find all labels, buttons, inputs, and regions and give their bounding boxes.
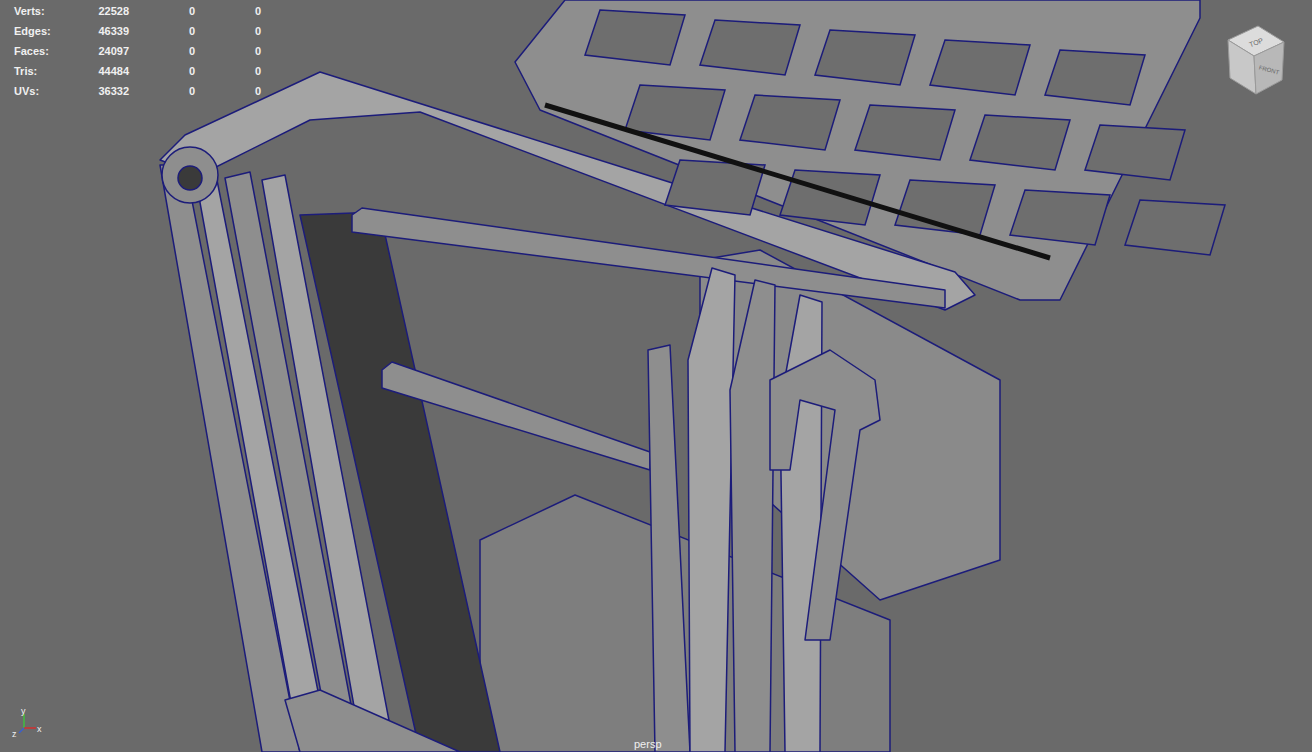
viewcube-top-label: TOP xyxy=(1248,37,1264,49)
left-pulley-hole xyxy=(178,166,202,190)
left-channel[interactable] xyxy=(300,212,500,752)
roof-cell xyxy=(1085,125,1185,180)
axis-gizmo: y z x xyxy=(10,706,50,740)
roof-cell xyxy=(970,115,1070,170)
stats-row: Verts:2252800 xyxy=(14,1,261,21)
roof-cell xyxy=(700,20,800,75)
stats-value: 0 xyxy=(129,63,195,80)
stats-value: 44484 xyxy=(74,63,129,80)
svg-text:z: z xyxy=(12,729,17,739)
maya-viewport[interactable]: Verts:2252800Edges:4633900Faces:2409700T… xyxy=(0,0,1312,752)
stats-row: UVs:3633200 xyxy=(14,81,261,101)
stats-label: Edges: xyxy=(14,23,74,40)
roof-cell xyxy=(1010,190,1110,245)
roof-cell xyxy=(1045,50,1145,105)
stats-label: UVs: xyxy=(14,83,74,100)
right-rail[interactable] xyxy=(730,280,775,752)
forklift-model[interactable] xyxy=(0,0,1312,752)
stats-hud: Verts:2252800Edges:4633900Faces:2409700T… xyxy=(14,1,261,101)
viewcube-front-label: FRONT xyxy=(1258,64,1280,75)
stats-value: 46339 xyxy=(74,23,129,40)
roof-cell xyxy=(585,10,685,65)
stats-row: Edges:4633900 xyxy=(14,21,261,41)
stats-label: Verts: xyxy=(14,3,74,20)
svg-text:y: y xyxy=(21,706,26,716)
stats-value: 0 xyxy=(129,3,195,20)
stats-row: Tris:4448400 xyxy=(14,61,261,81)
stats-value: 0 xyxy=(129,23,195,40)
right-rail[interactable] xyxy=(648,345,690,752)
stats-value: 36332 xyxy=(74,83,129,100)
stats-value: 0 xyxy=(195,83,261,100)
stats-value: 0 xyxy=(195,63,261,80)
right-rail[interactable] xyxy=(688,268,735,752)
roof-cell xyxy=(815,30,915,85)
roof-gap xyxy=(545,105,1050,258)
stats-value: 0 xyxy=(195,23,261,40)
camera-label: persp xyxy=(634,736,662,752)
roof-cell xyxy=(1125,200,1225,255)
stats-value: 0 xyxy=(129,83,195,100)
stats-value: 0 xyxy=(195,43,261,60)
stats-row: Faces:2409700 xyxy=(14,41,261,61)
cross-bar[interactable] xyxy=(382,362,650,470)
stats-value: 24097 xyxy=(74,43,129,60)
stats-value: 0 xyxy=(129,43,195,60)
left-pulley xyxy=(162,147,218,203)
stats-value: 22528 xyxy=(74,3,129,20)
viewcube[interactable]: TOP FRONT xyxy=(1222,22,1288,98)
right-hook[interactable] xyxy=(770,350,880,640)
roof-cell xyxy=(855,105,955,160)
svg-text:x: x xyxy=(37,724,42,734)
stats-label: Faces: xyxy=(14,43,74,60)
stats-label: Tris: xyxy=(14,63,74,80)
stats-value: 0 xyxy=(195,3,261,20)
roof-cell xyxy=(740,95,840,150)
bottom-bar[interactable] xyxy=(285,690,460,752)
roof-cell xyxy=(930,40,1030,95)
